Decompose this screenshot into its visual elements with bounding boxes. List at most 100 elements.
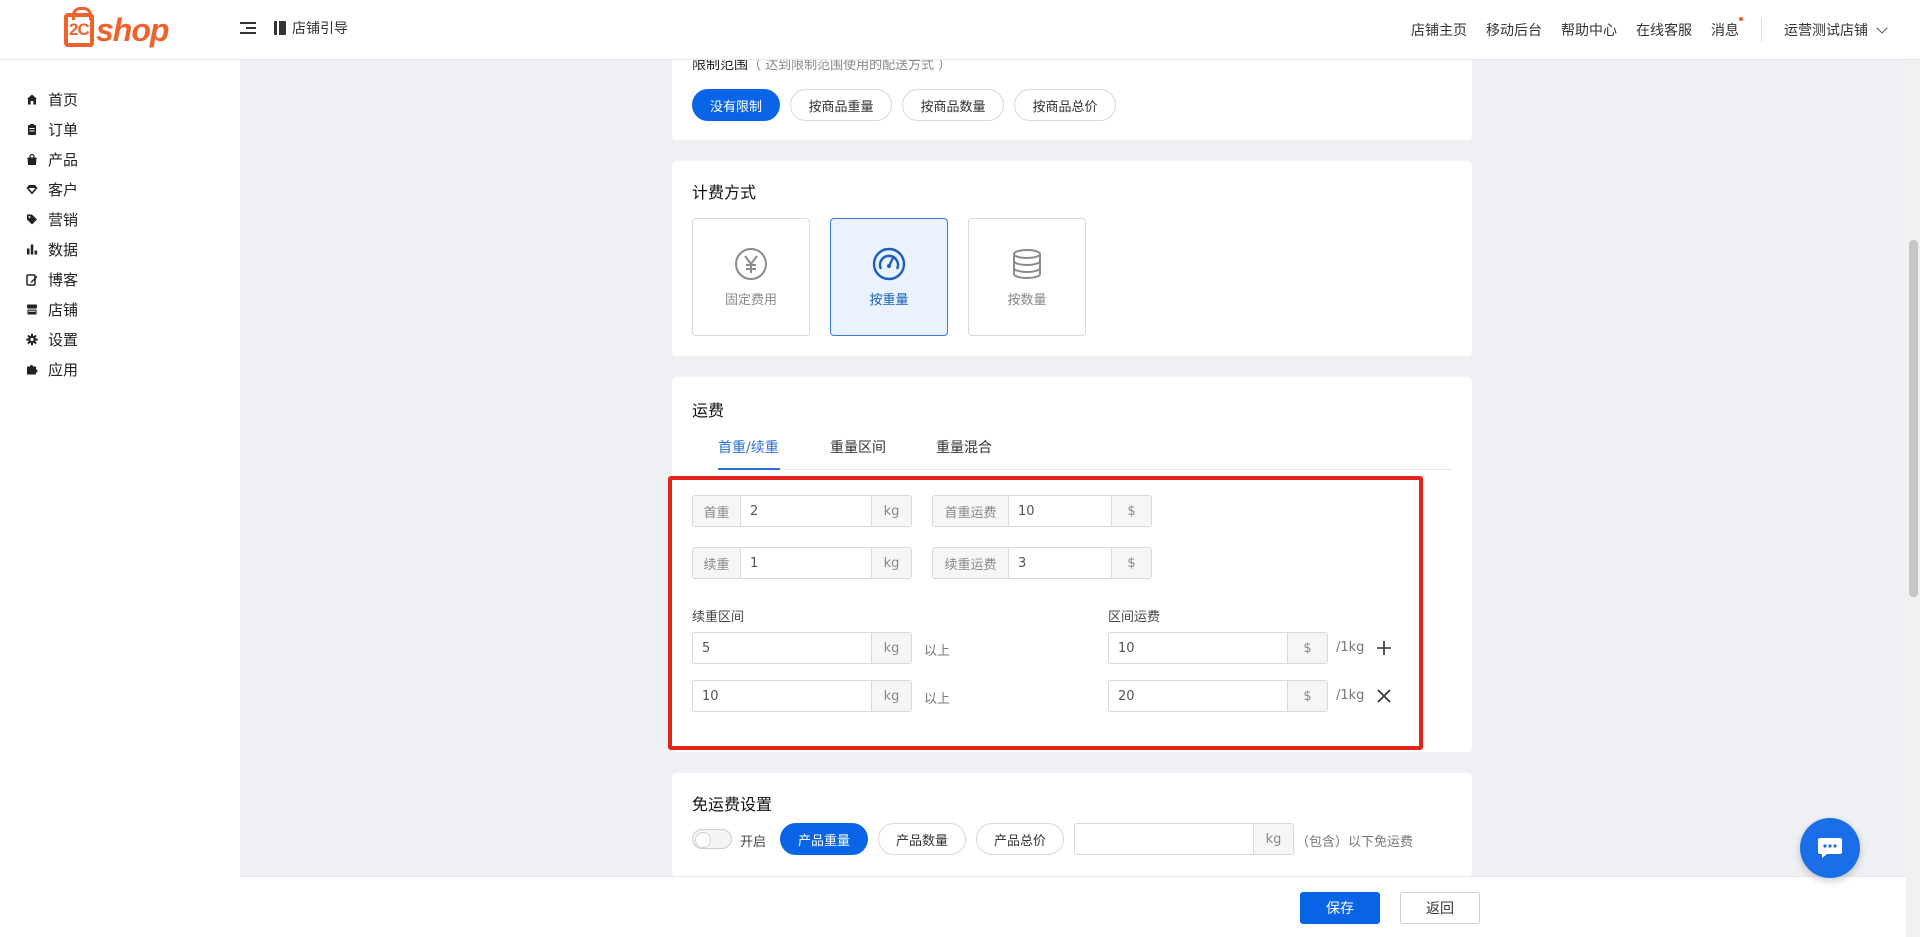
first-fee-label: 首重运费 [933, 496, 1009, 526]
sidebar-item-home[interactable]: 首页 [0, 84, 240, 114]
menu-toggle-icon[interactable] [240, 22, 256, 36]
range-weight-unit: kg [871, 633, 911, 663]
range-weight-input[interactable] [693, 633, 871, 663]
link-store-home[interactable]: 店铺主页 [1411, 20, 1467, 40]
edit-icon [26, 273, 38, 286]
sidebar-item-products[interactable]: 产品 [0, 144, 240, 174]
toggle-label: 开启 [740, 835, 767, 850]
yen-circle-icon [735, 247, 767, 280]
free-option-total[interactable]: 产品总价 [976, 823, 1064, 855]
extra-weight-field: 续重 kg [692, 547, 912, 579]
sidebar-item-marketing[interactable]: 营销 [0, 204, 240, 234]
link-mobile-admin[interactable]: 移动后台 [1486, 20, 1542, 40]
message-dot-icon [1739, 17, 1743, 21]
first-weight-field: 首重 kg [692, 495, 912, 527]
sidebar-item-label: 营销 [48, 210, 79, 229]
shop-logo[interactable]: 2C shop [64, 7, 169, 50]
store-switcher[interactable]: 运营测试店铺 [1784, 20, 1888, 40]
sidebar-item-label: 博客 [48, 270, 79, 289]
sidebar-item-label: 订单 [48, 120, 79, 139]
bag-icon [26, 153, 38, 165]
footer-bar: 保存 返回 [240, 876, 1906, 937]
page-scrollbar[interactable] [1906, 60, 1920, 937]
link-messages-label: 消息 [1711, 23, 1739, 39]
puzzle-icon [26, 363, 38, 375]
free-threshold-field: kg [1074, 823, 1294, 855]
free-shipping-toggle[interactable] [692, 829, 732, 849]
tab-weight-range[interactable]: 重量区间 [830, 437, 886, 457]
sidebar-item-apps[interactable]: 应用 [0, 354, 240, 384]
scrollbar-thumb[interactable] [1909, 240, 1918, 597]
billing-mode-label: 按数量 [1007, 292, 1047, 308]
first-weight-label: 首重 [693, 496, 741, 526]
sidebar-item-label: 产品 [48, 150, 79, 169]
tab-weight-mixed[interactable]: 重量混合 [936, 437, 992, 457]
first-fee-unit: $ [1111, 496, 1151, 526]
first-weight-input[interactable] [741, 496, 871, 526]
per-unit-text: /1kg [1336, 688, 1365, 703]
billing-title: 计费方式 [692, 183, 757, 202]
sidebar-item-label: 数据 [48, 240, 79, 259]
free-threshold-input[interactable] [1075, 824, 1253, 854]
chat-button[interactable] [1800, 818, 1860, 878]
free-threshold-suffix: （包含）以下免运费 [1296, 835, 1414, 850]
extra-weight-input[interactable] [741, 548, 871, 578]
link-help-center[interactable]: 帮助中心 [1561, 20, 1617, 40]
above-text: 以上 [924, 644, 951, 659]
range-fee-label: 区间运费 [1108, 610, 1161, 625]
billing-mode-label: 固定费用 [724, 292, 777, 308]
range-fee-input[interactable] [1109, 681, 1287, 711]
logo-text: shop [96, 11, 169, 48]
home-icon [26, 93, 38, 105]
range-weight-unit: kg [871, 681, 911, 711]
header-divider [1761, 18, 1762, 42]
logo-bag-icon: 2C [64, 7, 94, 47]
billing-mode-weight[interactable]: 按重量 [830, 218, 948, 336]
logo-mark-text: 2C [69, 20, 90, 39]
billing-card: 计费方式 固定费用 按重量 按数量 [672, 161, 1472, 356]
store-guide-link[interactable]: 店铺引导 [274, 18, 348, 38]
link-messages[interactable]: 消息 [1711, 17, 1743, 40]
scope-option-by-total[interactable]: 按商品总价 [1014, 89, 1116, 121]
back-button[interactable]: 返回 [1400, 892, 1480, 924]
free-option-quantity[interactable]: 产品数量 [878, 823, 966, 855]
sidebar-item-label: 店铺 [48, 300, 79, 319]
range-label: 续重区间 [692, 610, 745, 625]
chevron-down-icon [1876, 22, 1888, 34]
save-button[interactable]: 保存 [1300, 892, 1380, 924]
sidebar-item-data[interactable]: 数据 [0, 234, 240, 264]
store-guide-label: 店铺引导 [292, 21, 348, 37]
scope-option-no-limit[interactable]: 没有限制 [692, 89, 780, 121]
sidebar-item-label: 首页 [48, 90, 79, 109]
range-fee-input[interactable] [1109, 633, 1287, 663]
above-text: 以上 [924, 692, 951, 707]
billing-mode-quantity[interactable]: 按数量 [968, 218, 1086, 336]
billing-mode-fixed[interactable]: 固定费用 [692, 218, 810, 336]
sidebar-item-settings[interactable]: 设置 [0, 324, 240, 354]
bar-chart-icon [26, 243, 38, 255]
tab-first-extra-weight[interactable]: 首重/续重 [718, 437, 779, 457]
first-fee-input[interactable] [1009, 496, 1111, 526]
sidebar-item-label: 设置 [48, 330, 79, 349]
gauge-icon [872, 247, 906, 280]
link-online-support[interactable]: 在线客服 [1636, 20, 1692, 40]
sidebar-item-label: 应用 [48, 360, 79, 379]
sidebar-item-orders[interactable]: 订单 [0, 114, 240, 144]
sidebar-item-blog[interactable]: 博客 [0, 264, 240, 294]
range-fee-field: $ [1108, 680, 1328, 712]
scope-option-by-weight[interactable]: 按商品重量 [790, 89, 892, 121]
tab-rule [718, 469, 1452, 470]
sidebar: 首页 订单 产品 客户 营销 数据 博客 店铺 设置 应用 [0, 60, 240, 937]
sidebar-item-customers[interactable]: 客户 [0, 174, 240, 204]
remove-range-icon[interactable] [1375, 687, 1393, 705]
sidebar-item-store[interactable]: 店铺 [0, 294, 240, 324]
free-option-weight[interactable]: 产品重量 [780, 823, 868, 855]
extra-weight-label: 续重 [693, 548, 741, 578]
diamond-icon [26, 183, 38, 195]
store-icon [26, 303, 38, 315]
add-range-icon[interactable] [1375, 639, 1393, 657]
range-weight-input[interactable] [693, 681, 871, 711]
range-fee-unit: $ [1287, 633, 1327, 663]
extra-fee-input[interactable] [1009, 548, 1111, 578]
scope-option-by-quantity[interactable]: 按商品数量 [902, 89, 1004, 121]
